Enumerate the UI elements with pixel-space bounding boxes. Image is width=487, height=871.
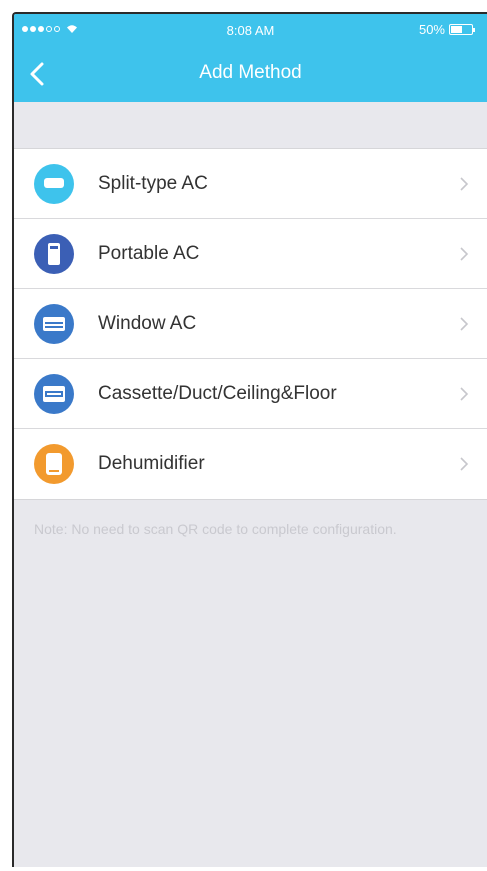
method-label: Portable AC [98,243,200,264]
status-time: 8:08 AM [226,23,275,38]
split-ac-icon [34,164,74,204]
portable-ac-icon [34,234,74,274]
chevron-right-icon [460,387,469,401]
battery-icon [449,24,475,35]
phone-screen: 8:08 AM 50% Add Method Split-type AC Por… [12,12,487,867]
dehumidifier-icon [34,444,74,484]
method-item-dehumidifier[interactable]: Dehumidifier [14,429,487,499]
chevron-right-icon [460,317,469,331]
chevron-right-icon [460,177,469,191]
status-bar: 8:08 AM 50% [14,14,487,46]
method-label: Dehumidifier [98,453,205,474]
nav-bar: Add Method [14,46,487,102]
chevron-right-icon [460,247,469,261]
cassette-ac-icon [34,374,74,414]
method-label: Split-type AC [98,173,208,194]
method-item-split-ac[interactable]: Split-type AC [14,149,487,219]
battery-percent: 50% [418,22,445,37]
configuration-note: Note: No need to scan QR code to complet… [34,521,397,537]
method-item-portable-ac[interactable]: Portable AC [14,219,487,289]
chevron-right-icon [460,457,469,471]
window-ac-icon [34,304,74,344]
battery-indicator: 50% [418,22,475,37]
method-item-window-ac[interactable]: Window AC [14,289,487,359]
header: 8:08 AM 50% Add Method [14,14,487,102]
method-label: Window AC [98,313,197,334]
method-item-cassette-ac[interactable]: Cassette/Duct/Ceiling&Floor [14,359,487,429]
page-title: Add Method [199,62,302,83]
method-label: Cassette/Duct/Ceiling&Floor [98,383,337,404]
method-list: Split-type AC Portable AC Window AC Cass… [14,148,487,500]
